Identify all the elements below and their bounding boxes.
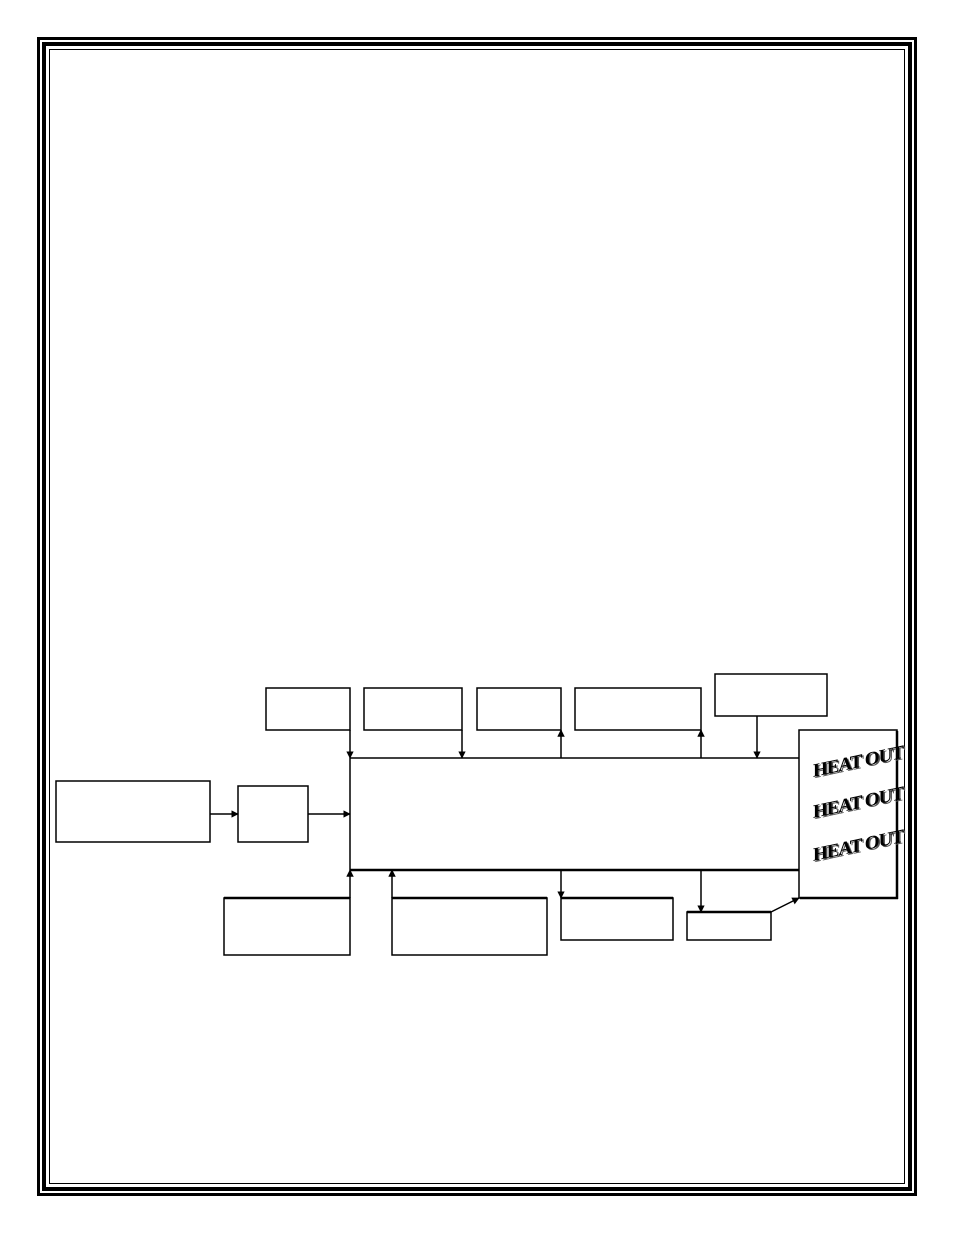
top-box-5	[714, 673, 828, 717]
source-box	[55, 780, 211, 843]
bottom-box-4	[686, 910, 772, 941]
top-box-1	[265, 687, 351, 731]
heat-out-box: HEAT OUT HEAT OUT HEAT OUT HEAT OUT HEAT…	[798, 729, 906, 900]
top-box-2	[363, 687, 463, 731]
bottom-box-2	[391, 896, 548, 956]
top-box-3	[476, 687, 562, 731]
arrow-bottom-box-4-to-heat-out	[770, 897, 800, 913]
intermediate-box	[237, 785, 309, 843]
bottom-box-1	[223, 896, 351, 956]
process-block	[349, 757, 799, 872]
top-box-4	[574, 687, 702, 731]
bottom-box-3	[560, 896, 674, 941]
flow-diagram: HEAT OUT HEAT OUT HEAT OUT HEAT OUT HEAT…	[55, 673, 906, 956]
